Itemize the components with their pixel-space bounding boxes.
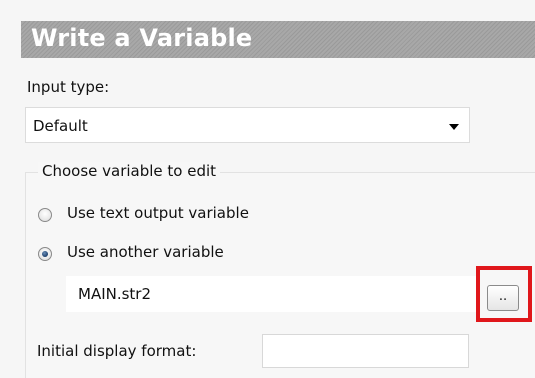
- input-type-value: Default: [33, 117, 88, 135]
- title-bar: Write a Variable: [21, 21, 535, 58]
- radio-another-variable[interactable]: [38, 247, 52, 261]
- option-text-output-label[interactable]: Use text output variable: [67, 204, 249, 222]
- write-variable-dialog: Write a Variable Input type: Default Cho…: [0, 0, 535, 378]
- chevron-down-icon[interactable]: [449, 124, 459, 130]
- browse-button[interactable]: ..: [487, 285, 519, 311]
- input-type-select[interactable]: Default: [25, 107, 470, 143]
- group-label: Choose variable to edit: [38, 162, 221, 180]
- display-format-label: Initial display format:: [37, 342, 197, 360]
- variable-name-value: MAIN.str2: [78, 285, 152, 303]
- option-another-variable-label[interactable]: Use another variable: [67, 243, 224, 261]
- input-type-label: Input type:: [27, 78, 110, 96]
- variable-name-field[interactable]: MAIN.str2: [66, 276, 476, 312]
- display-format-input[interactable]: [262, 334, 469, 368]
- radio-text-output-variable[interactable]: [38, 208, 52, 222]
- dialog-title: Write a Variable: [31, 24, 253, 52]
